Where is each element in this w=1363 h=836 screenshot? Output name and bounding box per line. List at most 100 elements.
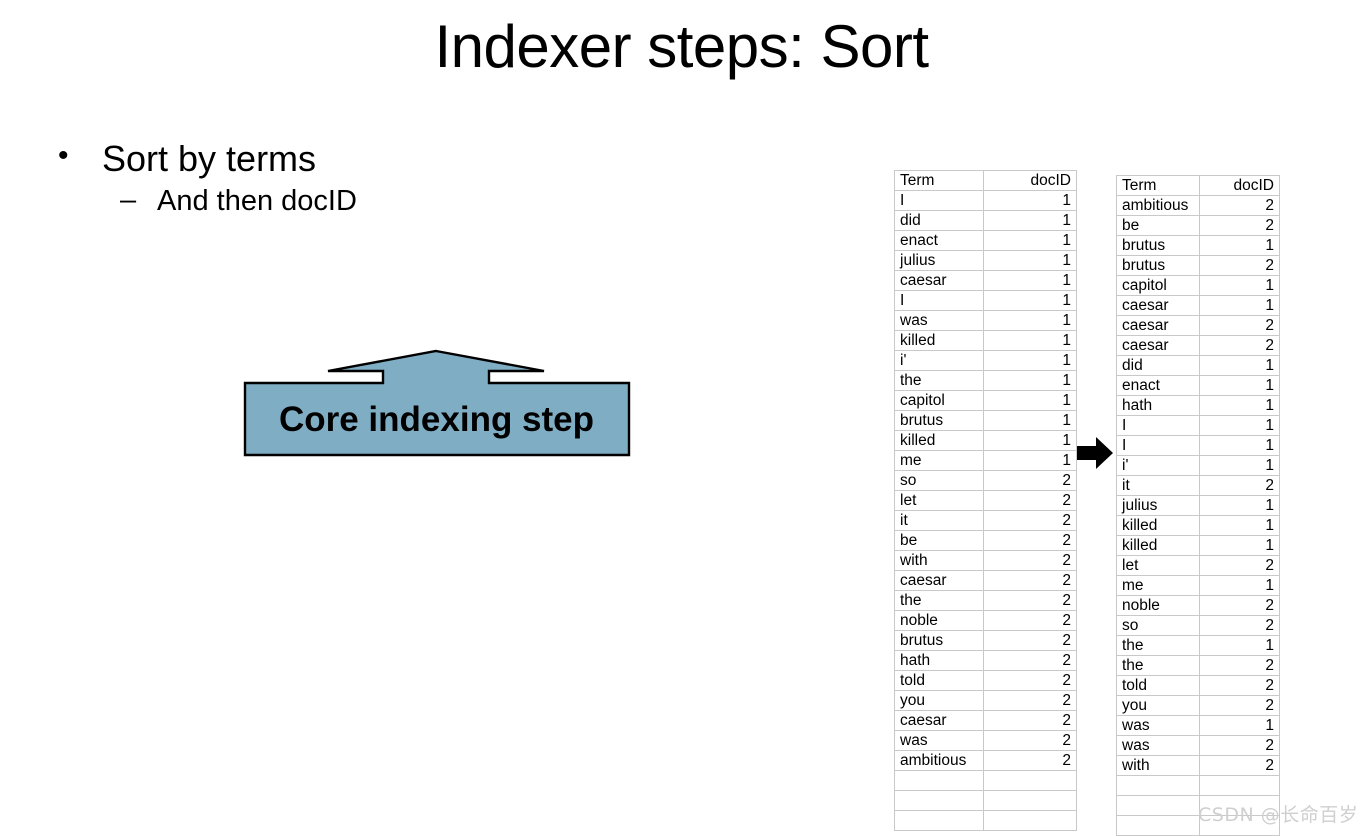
- docid-cell: 1: [1199, 355, 1280, 376]
- unsorted-postings-table: Term docID I 1 did 1 enact 1 julius 1 caesar 1 I 1 was…: [894, 170, 1077, 831]
- docid-cell: 2: [1199, 315, 1280, 336]
- term-cell: enact: [1116, 375, 1200, 396]
- term-cell: [894, 810, 984, 831]
- table-row: killed 1: [894, 430, 1077, 451]
- table-row: hath 2: [894, 650, 1077, 671]
- docid-cell: 1: [1199, 535, 1280, 556]
- unsorted-column-header: docID: [983, 170, 1077, 191]
- table-row: brutus 2: [1116, 255, 1280, 276]
- term-cell: caesar: [1116, 295, 1200, 316]
- docid-cell: 2: [983, 710, 1077, 731]
- term-cell: caesar: [894, 710, 984, 731]
- docid-cell: 2: [1199, 195, 1280, 216]
- table-row: the 1: [1116, 635, 1280, 656]
- table-row: let 2: [1116, 555, 1280, 576]
- table-row: I1: [1116, 415, 1280, 436]
- table-row: let 2: [894, 490, 1077, 511]
- table-row: caesar 1: [894, 270, 1077, 291]
- docid-cell: 1: [983, 290, 1077, 311]
- docid-cell: 1: [1199, 235, 1280, 256]
- docid-cell: 1: [1199, 575, 1280, 596]
- docid-cell: 2: [983, 490, 1077, 511]
- term-cell: [894, 770, 984, 791]
- docid-cell: 1: [983, 250, 1077, 271]
- table-row: I1: [894, 290, 1077, 311]
- term-cell: so: [1116, 615, 1200, 636]
- term-cell: told: [1116, 675, 1200, 696]
- table-row: the 1: [894, 370, 1077, 391]
- core-indexing-step-callout: Core indexing step: [243, 346, 635, 460]
- table-row: with 2: [1116, 755, 1280, 776]
- docid-cell: 1: [1199, 375, 1280, 396]
- term-cell: did: [1116, 355, 1200, 376]
- unsorted-table-body: Term docID I 1 did 1 enact 1 julius 1 caesar 1 I 1 was…: [894, 170, 1077, 831]
- table-row: enact 1: [894, 230, 1077, 251]
- docid-cell: 1: [983, 450, 1077, 471]
- table-row: julius 1: [1116, 495, 1280, 516]
- table-row: caesar 2: [1116, 315, 1280, 336]
- table-row: capitol 1: [1116, 275, 1280, 296]
- term-cell: i': [1116, 455, 1200, 476]
- docid-cell: 2: [1199, 255, 1280, 276]
- term-cell: [1116, 815, 1200, 836]
- term-cell: it: [1116, 475, 1200, 496]
- docid-cell: 1: [1199, 455, 1280, 476]
- term-cell: killed: [894, 330, 984, 351]
- docid-cell: 2: [983, 670, 1077, 691]
- table-row: told 2: [894, 670, 1077, 691]
- term-cell: [1116, 795, 1200, 816]
- table-row: killed 1: [1116, 515, 1280, 536]
- table-row: be 2: [894, 530, 1077, 551]
- docid-cell: [983, 770, 1077, 791]
- table-row: capitol 1: [894, 390, 1077, 411]
- term-cell: caesar: [1116, 335, 1200, 356]
- docid-cell: 2: [1199, 655, 1280, 676]
- docid-cell: 1: [983, 190, 1077, 211]
- table-row: enact 1: [1116, 375, 1280, 396]
- table-row: you 2: [894, 690, 1077, 711]
- term-cell: was: [894, 730, 984, 751]
- unsorted-column-header: Term: [894, 170, 984, 191]
- docid-cell: 1: [1199, 635, 1280, 656]
- term-cell: hath: [894, 650, 984, 671]
- term-cell: be: [1116, 215, 1200, 236]
- table-row: [894, 790, 1077, 811]
- table-row: noble 2: [1116, 595, 1280, 616]
- docid-cell: 2: [1199, 735, 1280, 756]
- term-cell: was: [1116, 735, 1200, 756]
- sorted-postings-table: Term docID ambitious 2 be 2 brutus 1 brutus 2 capi…: [1116, 175, 1280, 836]
- transition-arrow: [1076, 436, 1114, 470]
- table-row: [894, 810, 1077, 831]
- docid-cell: 2: [983, 570, 1077, 591]
- table-row: did 1: [1116, 355, 1280, 376]
- table-row: it 2: [1116, 475, 1280, 496]
- docid-cell: 1: [983, 230, 1077, 251]
- term-cell: brutus: [894, 630, 984, 651]
- docid-cell: 2: [983, 690, 1077, 711]
- table-row: I1: [894, 190, 1077, 211]
- term-cell: was: [894, 310, 984, 331]
- docid-cell: [983, 790, 1077, 811]
- docid-cell: 2: [983, 510, 1077, 531]
- docid-cell: 2: [1199, 755, 1280, 776]
- term-cell: brutus: [894, 410, 984, 431]
- table-row: caesar 2: [894, 570, 1077, 591]
- docid-cell: 2: [1199, 675, 1280, 696]
- table-row: me 1: [894, 450, 1077, 471]
- table-row: caesar 2: [1116, 335, 1280, 356]
- table-row: be 2: [1116, 215, 1280, 236]
- table-row: killed 1: [894, 330, 1077, 351]
- sorted-header-row: Term docID: [1116, 175, 1280, 196]
- term-cell: noble: [894, 610, 984, 631]
- term-cell: the: [894, 370, 984, 391]
- term-cell: noble: [1116, 595, 1200, 616]
- term-cell: ambitious: [894, 750, 984, 771]
- docid-cell: 1: [983, 310, 1077, 331]
- table-row: was 2: [1116, 735, 1280, 756]
- docid-cell: 2: [983, 650, 1077, 671]
- term-cell: caesar: [894, 570, 984, 591]
- table-row: i' 1: [894, 350, 1077, 371]
- dash-marker-icon: –: [120, 184, 137, 217]
- term-cell: me: [1116, 575, 1200, 596]
- table-row: brutus 1: [1116, 235, 1280, 256]
